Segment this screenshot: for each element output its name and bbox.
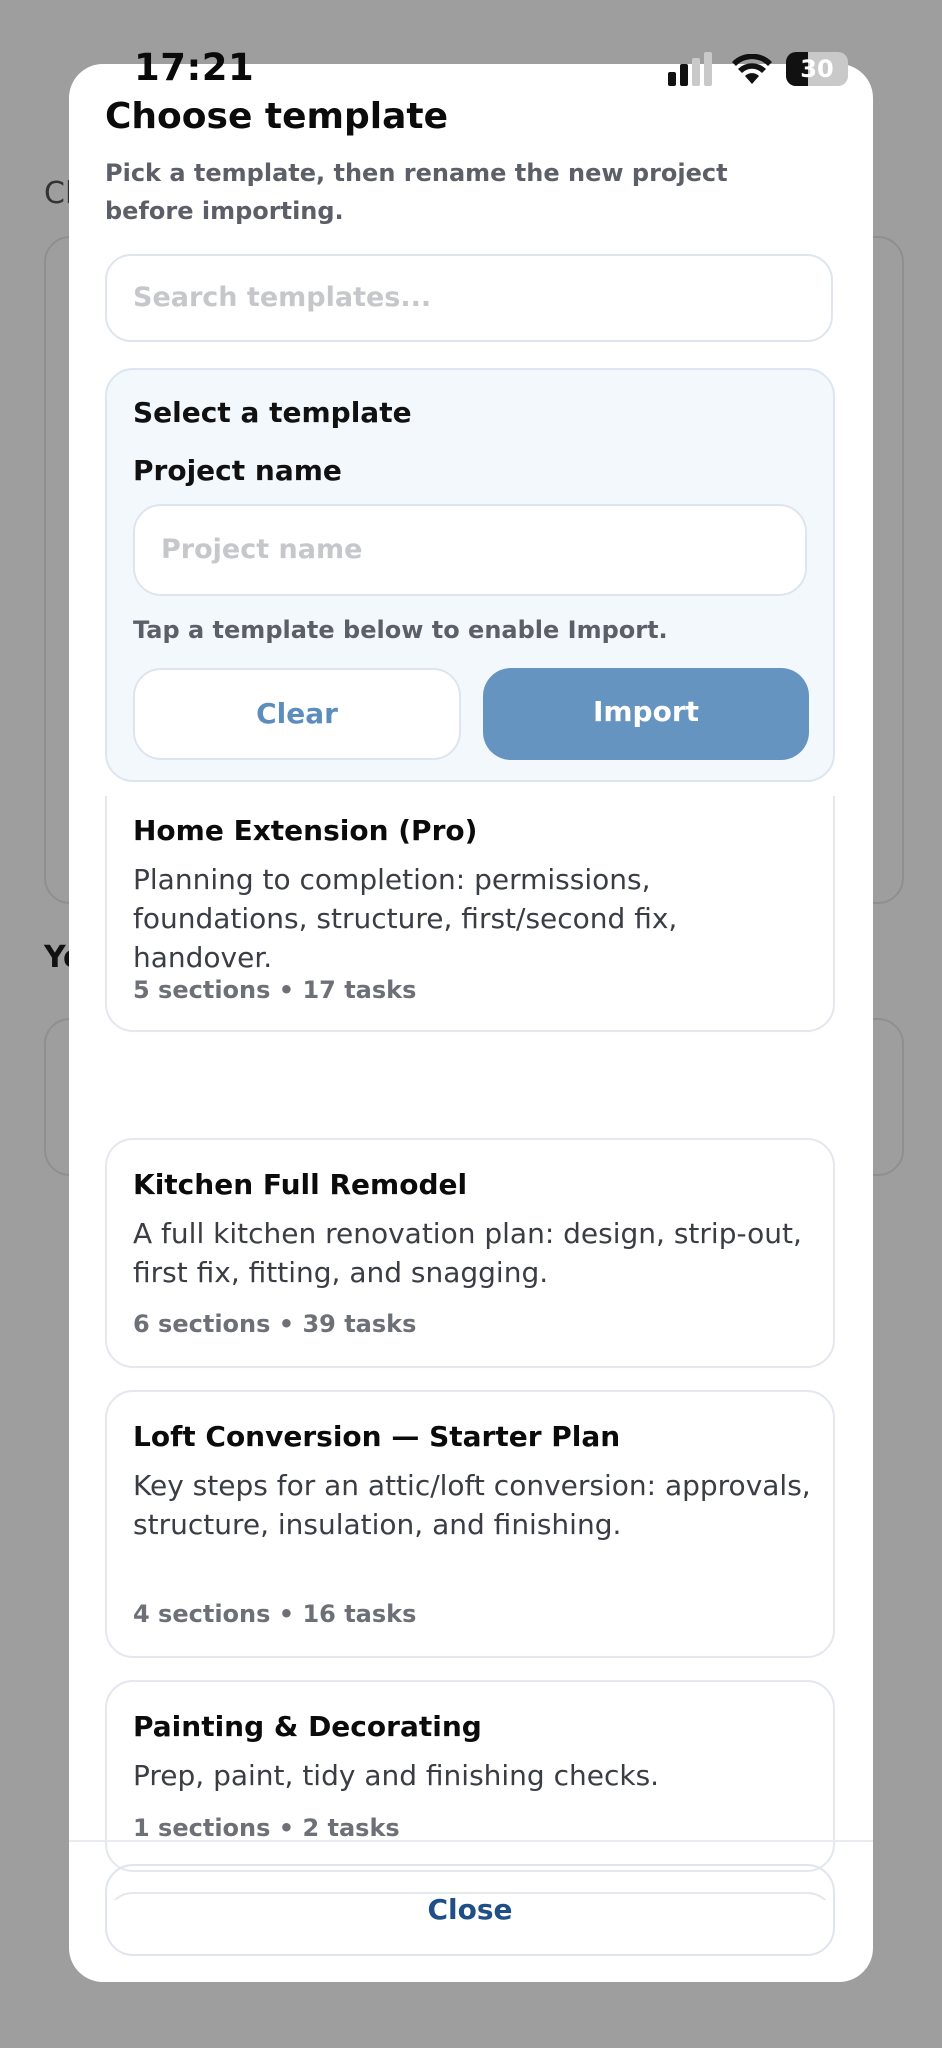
template-title: Painting & Decorating — [133, 1710, 482, 1743]
project-name-input[interactable]: Project name — [133, 504, 807, 596]
template-title: Loft Conversion — Starter Plan — [133, 1420, 621, 1453]
wifi-icon — [732, 54, 772, 84]
template-title: Home Extension (Pro) — [133, 814, 478, 847]
choose-template-sheet: Choose template Pick a template, then re… — [69, 64, 873, 1982]
search-templates-input[interactable]: Search templates... — [105, 254, 833, 342]
sheet-title: Choose template — [105, 96, 449, 137]
template-card[interactable]: Kitchen Full Remodel A full kitchen reno… — [105, 1138, 835, 1368]
template-list[interactable]: Home Extension (Pro) Planning to complet… — [69, 796, 873, 1900]
battery-level: 30 — [800, 55, 834, 83]
template-card[interactable]: Home Extension (Pro) Planning to complet… — [105, 796, 835, 1032]
close-button[interactable]: Close — [105, 1864, 835, 1956]
sheet-subtitle: Pick a template, then rename the new pro… — [105, 159, 728, 225]
import-button[interactable]: Import — [483, 668, 809, 760]
footer-divider — [69, 1840, 873, 1842]
template-description: A full kitchen renovation plan: design, … — [133, 1217, 802, 1289]
template-title: Kitchen Full Remodel — [133, 1168, 468, 1201]
clear-button[interactable]: Clear — [133, 668, 461, 760]
template-description: Prep, paint, tidy and finishing checks. — [133, 1759, 660, 1792]
import-panel: Select a template Project name Project n… — [105, 368, 835, 782]
template-card[interactable]: Loft Conversion — Starter Plan Key steps… — [105, 1390, 835, 1658]
template-meta: 6 sections • 39 tasks — [133, 1310, 417, 1338]
selected-template-heading: Select a template — [133, 396, 412, 429]
project-name-label: Project name — [133, 454, 342, 487]
template-meta: 1 sections • 2 tasks — [133, 1814, 400, 1842]
template-card[interactable]: Painting & Decorating Prep, paint, tidy … — [105, 1680, 835, 1872]
status-time: 17:21 — [134, 46, 255, 89]
import-hint: Tap a template below to enable Import. — [133, 616, 668, 644]
template-description: Key steps for an attic/loft conversion: … — [133, 1469, 811, 1541]
battery-icon: 30 — [786, 52, 848, 86]
template-meta: 4 sections • 16 tasks — [133, 1600, 417, 1628]
template-meta: 5 sections • 17 tasks — [133, 976, 417, 1004]
template-description: Planning to completion: permissions, fou… — [133, 863, 678, 974]
